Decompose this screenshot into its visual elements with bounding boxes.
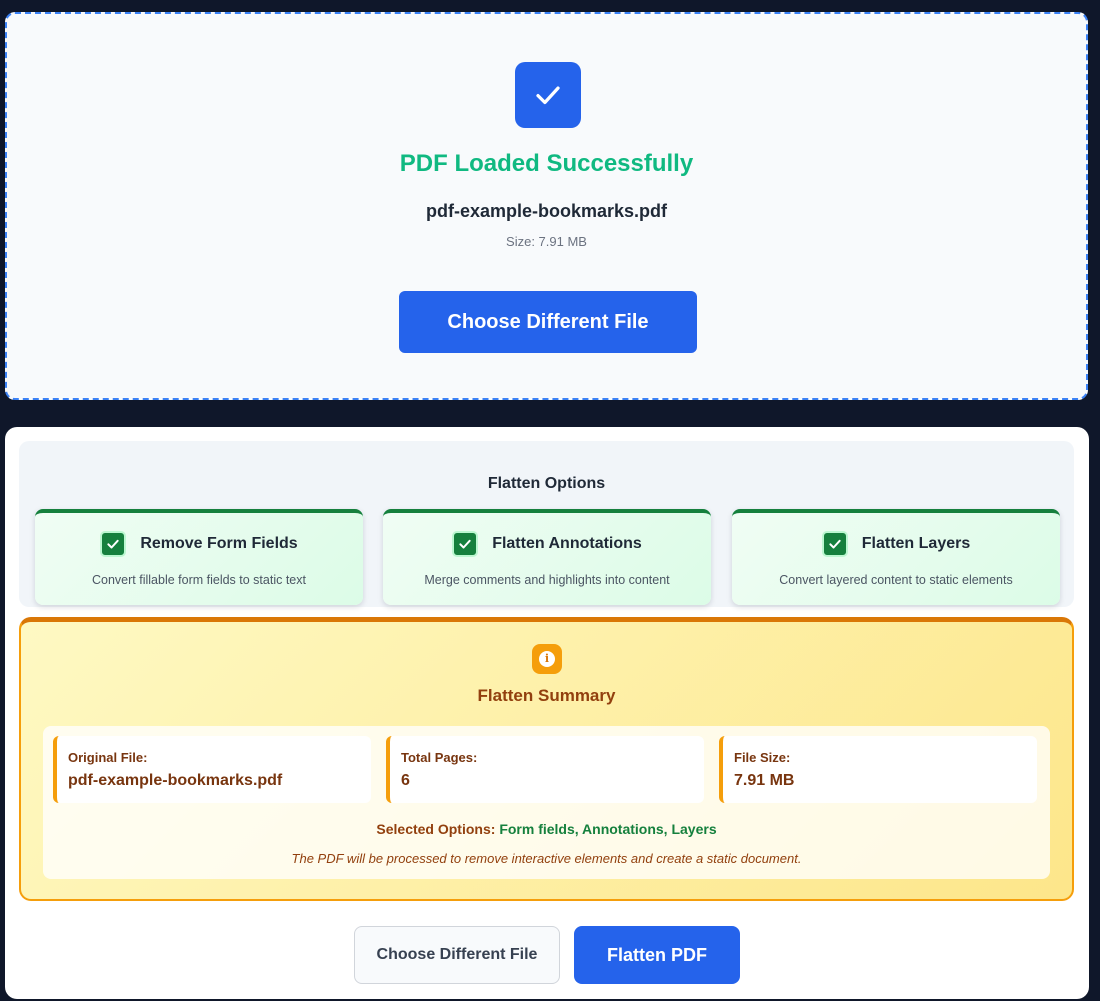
stat-value: 6: [401, 772, 410, 789]
info-icon: i: [532, 644, 562, 674]
option-description: Convert layered content to static elemen…: [779, 573, 1013, 587]
selected-options-value: Form fields, Annotations, Layers: [499, 821, 717, 837]
stat-value: 7.91 MB: [734, 772, 795, 789]
stat-label: File Size:: [734, 750, 791, 765]
uploaded-file-size: Size: 7.91 MB: [506, 234, 587, 249]
option-remove-form-fields[interactable]: Remove Form Fields Convert fillable form…: [35, 509, 363, 605]
success-check-icon: [515, 62, 581, 128]
option-flatten-annotations[interactable]: Flatten Annotations Merge comments and h…: [383, 509, 711, 605]
uploaded-file-name: pdf-example-bookmarks.pdf: [425, 201, 668, 221]
check-icon: [536, 86, 560, 105]
option-flatten-layers[interactable]: Flatten Layers Convert layered content t…: [732, 509, 1060, 605]
option-label: Flatten Layers: [861, 535, 971, 552]
stat-original-file: Original File: pdf-example-bookmarks.pdf: [53, 736, 371, 803]
flatten-options-title: Flatten Options: [487, 475, 606, 492]
selected-options: Selected Options: Form fields, Annotatio…: [43, 821, 1050, 837]
option-label: Flatten Annotations: [492, 535, 642, 552]
summary-title: Flatten Summary: [477, 686, 616, 705]
selected-options-label: Selected Options:: [376, 821, 496, 837]
choose-different-file-button[interactable]: Choose Different File: [399, 291, 697, 353]
flatten-pdf-button[interactable]: Flatten PDF: [574, 926, 740, 984]
option-description: Convert fillable form fields to static t…: [92, 573, 306, 587]
flatten-card: Flatten Options Remove Form Fields Conve…: [5, 427, 1089, 999]
stat-label: Total Pages:: [401, 750, 478, 765]
checkbox-checked-icon[interactable]: [821, 531, 848, 557]
checkbox-checked-icon[interactable]: [452, 531, 479, 557]
stat-label: Original File:: [68, 750, 148, 765]
stat-total-pages: Total Pages: 6: [386, 736, 704, 803]
checkbox-checked-icon[interactable]: [100, 531, 127, 557]
choose-different-file-secondary-button[interactable]: Choose Different File: [354, 926, 560, 984]
summary-details: Original File: pdf-example-bookmarks.pdf…: [43, 726, 1050, 879]
flatten-summary: i Flatten Summary Original File: pdf-exa…: [19, 617, 1074, 901]
upload-panel: PDF Loaded Successfully pdf-example-book…: [5, 12, 1088, 400]
stat-value: pdf-example-bookmarks.pdf: [68, 772, 283, 789]
option-label: Remove Form Fields: [140, 535, 298, 552]
option-description: Merge comments and highlights into conte…: [424, 573, 670, 587]
process-note: The PDF will be processed to remove inte…: [291, 851, 802, 866]
flatten-options-panel: Flatten Options Remove Form Fields Conve…: [19, 441, 1074, 607]
stat-file-size: File Size: 7.91 MB: [719, 736, 1037, 803]
upload-status-title: PDF Loaded Successfully: [399, 150, 694, 177]
